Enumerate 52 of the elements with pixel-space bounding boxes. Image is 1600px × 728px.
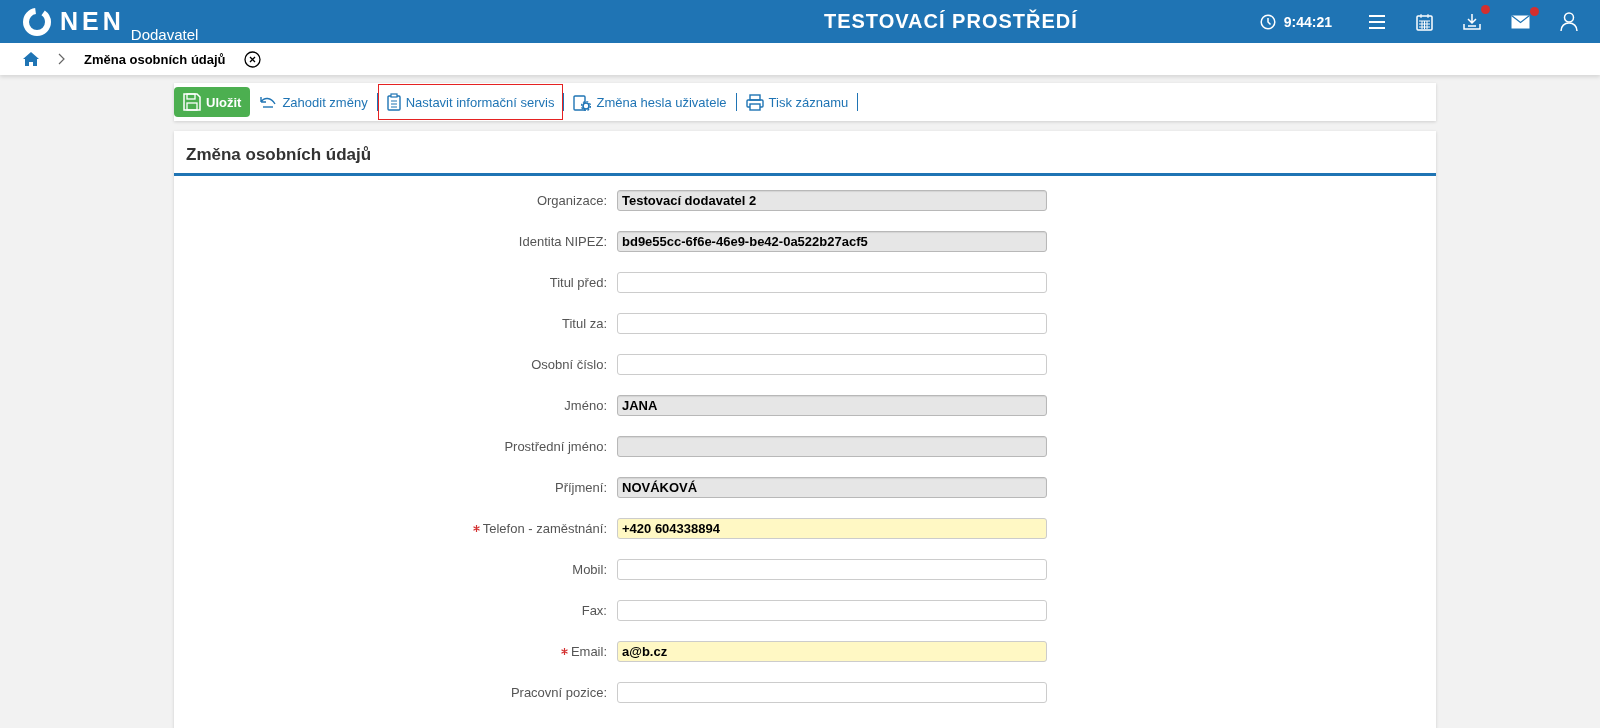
- field-label: Email:: [570, 644, 607, 659]
- user-icon[interactable]: [1560, 12, 1578, 31]
- field-label: Prostřední jméno:: [504, 439, 607, 454]
- clipboard-gear-icon: [573, 93, 592, 111]
- toolbar-link[interactable]: Tisk záznamu: [736, 84, 858, 120]
- logo-text: NEN: [60, 7, 125, 36]
- mail-icon[interactable]: [1511, 14, 1530, 29]
- field-label: Pracovní pozice:: [510, 685, 607, 700]
- chevron-right-icon: [58, 53, 66, 65]
- undo-arrow-icon: [259, 95, 278, 109]
- field-label: Mobil:: [572, 562, 607, 577]
- download-icon[interactable]: [1463, 12, 1481, 31]
- toolbar-link[interactable]: Změna hesla uživatele: [564, 84, 736, 120]
- close-icon[interactable]: [243, 50, 261, 68]
- clipboard-icon: [386, 93, 401, 111]
- input-field[interactable]: [617, 313, 1047, 334]
- printer-icon: [745, 93, 764, 111]
- required-icon: [472, 525, 480, 532]
- input-field[interactable]: [617, 354, 1047, 375]
- field-label: Jméno:: [564, 398, 607, 413]
- environment-title: TESTOVACÍ PROSTŘEDÍ: [822, 10, 1079, 33]
- field-label: Titul před:: [549, 275, 607, 290]
- field-label: Identita NIPEZ:: [518, 234, 607, 249]
- input-field[interactable]: JANA: [617, 395, 1047, 416]
- input-field[interactable]: [617, 559, 1047, 580]
- input-field[interactable]: [617, 600, 1047, 621]
- logo-icon: [22, 6, 52, 37]
- app-subtitle: Dodavatel: [130, 25, 199, 43]
- calendar-icon[interactable]: [1416, 12, 1433, 31]
- toolbar-link[interactable]: Nastavit informační servis: [377, 84, 564, 120]
- form-title: Změna osobních údajů: [174, 131, 1436, 176]
- field-label: Příjmení:: [555, 480, 607, 495]
- input-field[interactable]: NOVÁKOVÁ: [617, 477, 1047, 498]
- breadcrumb-title: Změna osobních údajů: [84, 51, 226, 67]
- input-field[interactable]: +420 604338894: [617, 518, 1047, 539]
- field-label: Osobní číslo:: [531, 357, 607, 372]
- field-label: Telefon - zaměstnání:: [482, 521, 607, 536]
- input-field[interactable]: bd9e55cc-6f6e-46e9-be42-0a522b27acf5: [617, 231, 1047, 252]
- toolbar-link[interactable]: Zahodit změny: [250, 84, 377, 120]
- menu-icon[interactable]: [1368, 13, 1386, 30]
- required-icon: [560, 648, 568, 655]
- input-field[interactable]: [617, 682, 1047, 703]
- clock-time: 9:44:21: [1283, 13, 1332, 30]
- input-field[interactable]: a@b.cz: [617, 641, 1047, 662]
- field-label: Organizace:: [536, 193, 607, 208]
- input-field[interactable]: [617, 436, 1047, 457]
- field-label: Titul za:: [561, 316, 607, 331]
- input-field[interactable]: [617, 272, 1047, 293]
- clock-icon: [1259, 13, 1276, 30]
- field-label: Fax:: [581, 603, 607, 618]
- input-field[interactable]: Testovací dodavatel 2: [617, 190, 1047, 211]
- home-icon[interactable]: [22, 51, 40, 67]
